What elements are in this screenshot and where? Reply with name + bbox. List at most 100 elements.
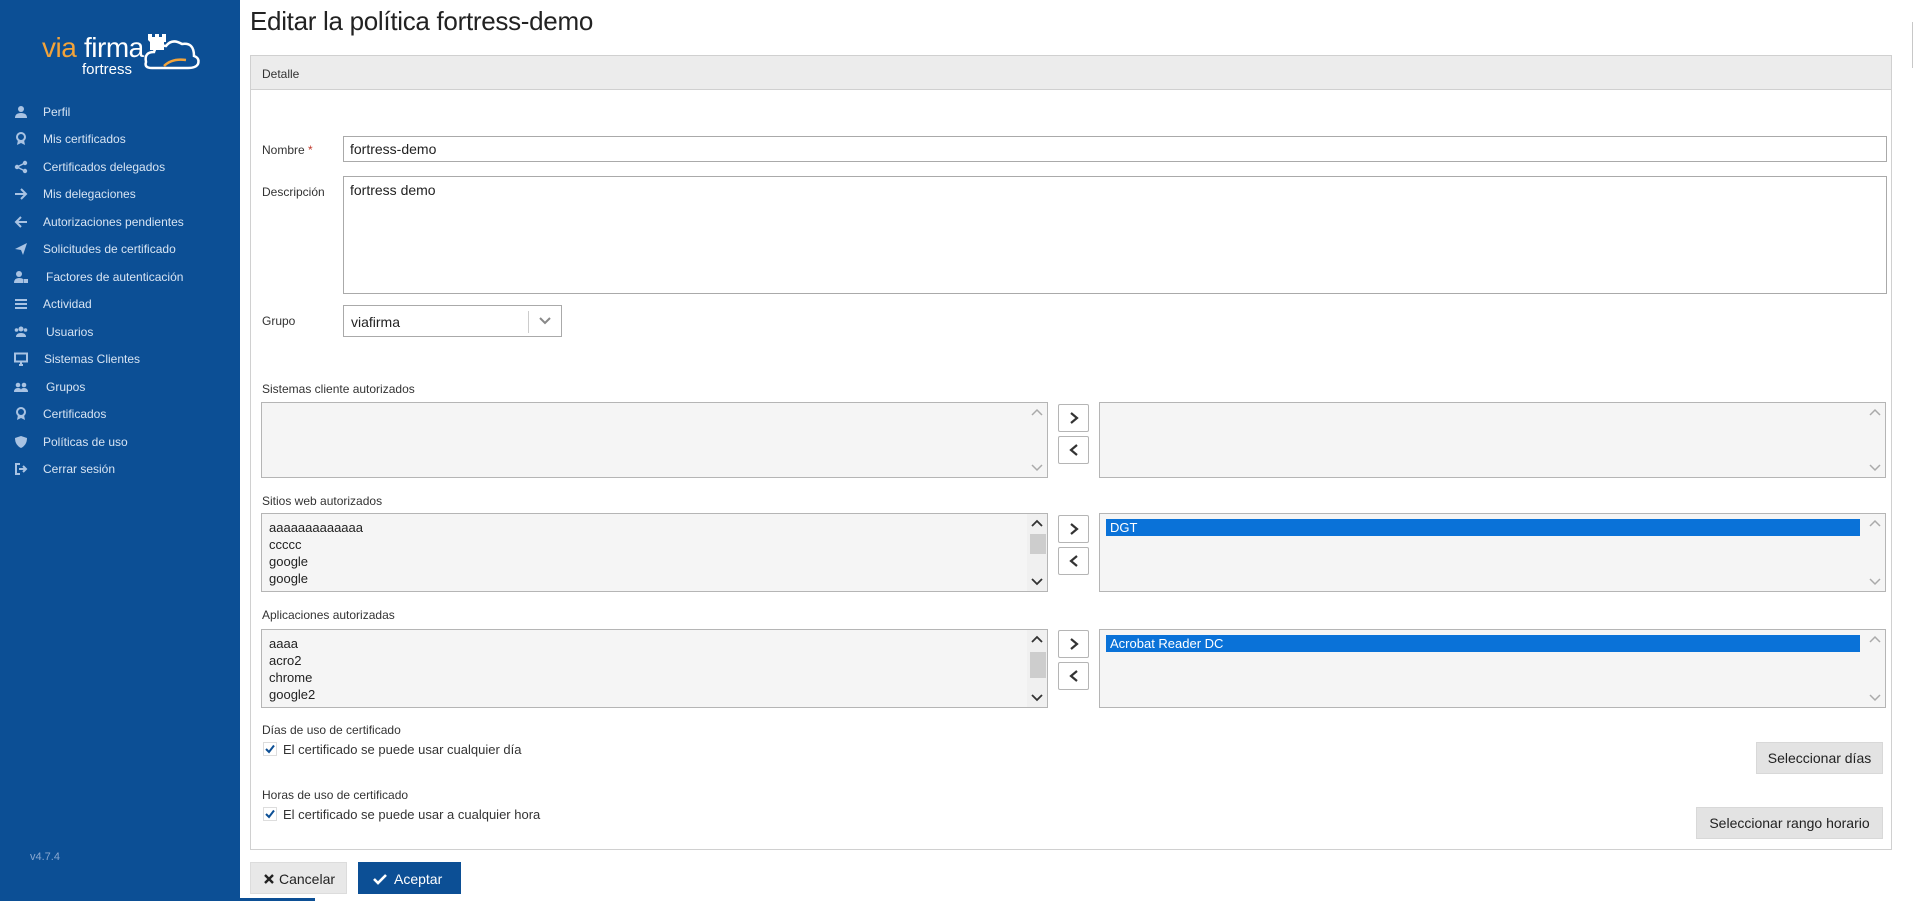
logo-fortress-text: fortress: [82, 61, 133, 78]
viafirma-fortress-logo[interactable]: via firma fortress: [40, 28, 210, 78]
checkbox-checked[interactable]: [263, 742, 277, 756]
sistemas-label: Sistemas cliente autorizados: [262, 382, 415, 396]
sidebar-item-label: Cerrar sesión: [43, 462, 116, 476]
nombre-input[interactable]: fortress-demo: [343, 136, 1887, 162]
scroll-down-icon[interactable]: [1869, 693, 1881, 703]
scroll-up-icon[interactable]: [1869, 407, 1881, 417]
sitios-add-button[interactable]: [1058, 515, 1089, 543]
sidebar-item-label: Certificados: [43, 407, 107, 421]
horas-any-hour-label: El certificado se puede usar a cualquier…: [283, 807, 541, 822]
sistemas-available-list[interactable]: [261, 402, 1048, 478]
users-icon: [14, 326, 28, 337]
sistemas-add-button[interactable]: [1058, 404, 1089, 432]
checkbox-checked[interactable]: [263, 807, 277, 821]
aplicaciones-selected-list[interactable]: Acrobat Reader DC: [1099, 629, 1886, 708]
shield-icon: [15, 436, 27, 448]
cancel-button-label: Cancelar: [279, 871, 336, 887]
chevron-left-icon: [1069, 555, 1078, 567]
scroll-down-icon[interactable]: [1869, 463, 1881, 473]
sidebar-item-actividad[interactable]: Actividad: [0, 292, 240, 316]
list-item[interactable]: chrome: [269, 669, 312, 686]
scroll-up-icon[interactable]: [1869, 634, 1881, 644]
scrollbar[interactable]: [1865, 403, 1885, 477]
select-time-range-button[interactable]: Seleccionar rango horario: [1696, 807, 1883, 839]
sistemas-selected-list[interactable]: [1099, 402, 1886, 478]
list-item[interactable]: aaaa: [269, 635, 298, 652]
dias-any-day-option[interactable]: El certificado se puede usar cualquier d…: [263, 740, 663, 758]
sidebar-item-usuarios[interactable]: Usuarios: [0, 320, 240, 344]
required-marker: *: [308, 143, 313, 157]
sidebar-item-factores-de-autenticacion[interactable]: Factores de autenticación: [0, 265, 240, 289]
grupo-label: Grupo: [262, 314, 296, 328]
scrollbar[interactable]: [1865, 514, 1885, 591]
sidebar-item-label: Mis delegaciones: [43, 187, 136, 201]
grupo-select-value: viafirma: [351, 314, 401, 330]
nombre-label-text: Nombre: [262, 143, 305, 157]
list-item[interactable]: acro2: [269, 652, 302, 669]
aplicaciones-remove-button[interactable]: [1058, 662, 1089, 690]
accept-button[interactable]: Aceptar: [358, 862, 461, 894]
scroll-up-icon[interactable]: [1031, 407, 1043, 417]
sidebar-item-grupos[interactable]: Grupos: [0, 375, 240, 399]
list-item-selected[interactable]: DGT: [1106, 519, 1860, 536]
scrollbar[interactable]: [1027, 630, 1047, 707]
sitios-remove-button[interactable]: [1058, 547, 1089, 575]
scroll-edge-line: [1912, 22, 1913, 68]
sidebar-item-label: Factores de autenticación: [46, 270, 184, 284]
arrow-left-icon: [14, 216, 27, 228]
select-days-button[interactable]: Seleccionar días: [1756, 742, 1883, 774]
aplicaciones-available-list[interactable]: aaaa acro2 chrome google2: [261, 629, 1048, 708]
scroll-down-icon[interactable]: [1869, 577, 1881, 587]
certificate-icon: [16, 407, 26, 420]
sidebar-item-label: Mis certificados: [43, 132, 126, 146]
sidebar-item-mis-certificados[interactable]: Mis certificados: [0, 127, 240, 151]
chevron-right-icon: [1070, 523, 1079, 535]
desktop-icon: [14, 352, 28, 366]
sidebar-item-politicas-de-uso[interactable]: Políticas de uso: [0, 430, 240, 454]
list-item[interactable]: google: [269, 570, 308, 587]
sitios-available-list[interactable]: aaaaaaaaaaaaa ccccc google google: [261, 513, 1048, 592]
list-item[interactable]: google2: [269, 686, 315, 703]
sidebar-item-sistemas-clientes[interactable]: Sistemas Clientes: [0, 347, 240, 371]
scroll-thumb[interactable]: [1030, 534, 1046, 554]
scroll-down-icon[interactable]: [1031, 577, 1043, 587]
sidebar-item-cerrar-sesion[interactable]: Cerrar sesión: [0, 457, 240, 481]
cancel-button[interactable]: Cancelar: [250, 862, 347, 894]
chevron-left-icon: [1069, 444, 1078, 456]
sidebar-item-certificados[interactable]: Certificados: [0, 402, 240, 426]
app-version: v4.7.4: [30, 851, 60, 863]
descripcion-label: Descripción: [262, 185, 325, 199]
scroll-thumb[interactable]: [1030, 652, 1046, 678]
scroll-up-icon[interactable]: [1031, 634, 1043, 644]
scrollbar[interactable]: [1865, 630, 1885, 707]
list-item[interactable]: aaaaaaaaaaaaa: [269, 519, 363, 536]
scroll-up-icon[interactable]: [1031, 518, 1043, 528]
chevron-left-icon: [1069, 670, 1078, 682]
horas-any-hour-option[interactable]: El certificado se puede usar a cualquier…: [263, 805, 663, 823]
scroll-down-icon[interactable]: [1031, 463, 1043, 473]
scrollbar[interactable]: [1027, 403, 1047, 477]
scrollbar[interactable]: [1027, 514, 1047, 591]
dias-label: Días de uso de certificado: [262, 723, 401, 737]
horas-label: Horas de uso de certificado: [262, 788, 409, 802]
arrow-right-icon: [15, 188, 28, 200]
aplicaciones-add-button[interactable]: [1058, 630, 1089, 658]
castle-cloud-icon: [144, 34, 200, 70]
list-item[interactable]: google: [269, 553, 308, 570]
scroll-up-icon[interactable]: [1869, 518, 1881, 528]
sidebar-item-perfil[interactable]: Perfil: [0, 100, 240, 124]
user-lock-icon: [14, 271, 28, 283]
logo-via-text: via: [42, 32, 77, 63]
sistemas-remove-button[interactable]: [1058, 436, 1089, 464]
sitios-selected-list[interactable]: DGT: [1099, 513, 1886, 592]
sidebar-item-solicitudes-de-certificado[interactable]: Solicitudes de certificado: [0, 237, 240, 261]
grupo-select[interactable]: viafirma: [343, 305, 562, 337]
sidebar-item-certificados-delegados[interactable]: Certificados delegados: [0, 155, 240, 179]
sidebar-item-mis-delegaciones[interactable]: Mis delegaciones: [0, 182, 240, 206]
descripcion-textarea[interactable]: fortress demo: [343, 176, 1887, 294]
paper-plane-icon: [15, 243, 27, 255]
list-item[interactable]: ccccc: [269, 536, 302, 553]
sidebar-item-autorizaciones-pendientes[interactable]: Autorizaciones pendientes: [0, 210, 240, 234]
scroll-down-icon[interactable]: [1031, 693, 1043, 703]
list-item-selected[interactable]: Acrobat Reader DC: [1106, 635, 1860, 652]
